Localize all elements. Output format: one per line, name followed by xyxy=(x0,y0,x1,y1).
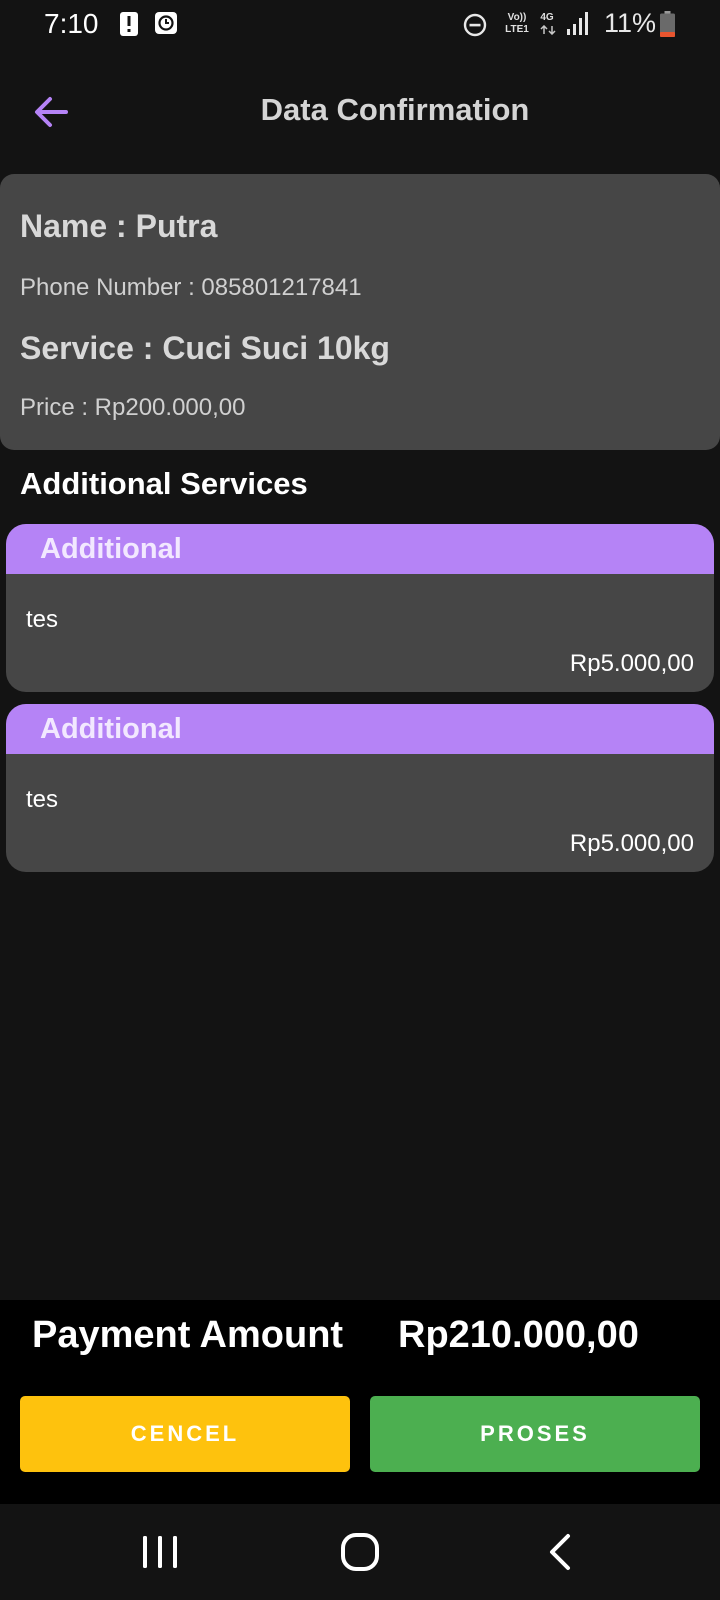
dnd-icon xyxy=(463,13,487,37)
battery-percent: 11% xyxy=(604,8,657,38)
lte-label: LTE1 xyxy=(505,24,529,35)
payment-amount-value: Rp210.000,00 xyxy=(398,1314,639,1356)
battery-icon xyxy=(660,11,675,37)
status-time: 7:10 xyxy=(44,8,99,39)
customer-info-card: Name : Putra Phone Number : 085801217841… xyxy=(0,174,720,450)
additional-service-card: Additional tes Rp5.000,00 xyxy=(6,524,714,692)
additional-service-card: Additional tes Rp5.000,00 xyxy=(6,704,714,872)
recent-apps-icon xyxy=(143,1536,177,1568)
network-label: 4G xyxy=(540,12,554,23)
customer-phone: Phone Number : 085801217841 xyxy=(20,274,362,301)
additional-service-price: Rp5.000,00 xyxy=(569,650,694,677)
home-icon xyxy=(341,1533,379,1571)
alert-icon xyxy=(120,12,138,36)
additional-card-header-label: Additional xyxy=(40,713,182,745)
app-bar: Data Confirmation xyxy=(0,70,720,154)
system-nav-bar xyxy=(0,1504,720,1600)
additional-service-name: tes xyxy=(26,786,59,813)
additional-card-header: Additional xyxy=(6,704,714,754)
customer-name: Name : Putra xyxy=(20,208,218,244)
service-price: Price : Rp200.000,00 xyxy=(20,394,246,421)
clock-icon xyxy=(155,12,177,34)
home-button[interactable] xyxy=(330,1526,390,1578)
recent-apps-button[interactable] xyxy=(130,1526,190,1578)
proses-button[interactable]: PROSES xyxy=(370,1396,700,1472)
additional-card-header: Additional xyxy=(6,524,714,574)
additional-services-title: Additional Services xyxy=(20,466,308,501)
payment-panel: Payment Amount Rp210.000,00 CENCEL PROSE… xyxy=(0,1300,720,1504)
additional-card-header-label: Additional xyxy=(40,533,182,565)
signal-icon xyxy=(567,12,588,35)
additional-service-price: Rp5.000,00 xyxy=(569,830,694,857)
back-nav-button[interactable] xyxy=(530,1526,590,1578)
status-bar: 7:10 Vo)) LTE1 4G 11% xyxy=(0,0,720,50)
data-arrows-icon xyxy=(540,25,556,35)
page-title: Data Confirmation xyxy=(260,92,530,127)
back-nav-icon xyxy=(550,1534,570,1570)
service-name: Service : Cuci Suci 10kg xyxy=(20,330,390,366)
additional-service-name: tes xyxy=(26,606,59,633)
payment-amount-label: Payment Amount xyxy=(32,1314,344,1356)
volte-label: Vo)) xyxy=(507,12,527,23)
cancel-button[interactable]: CENCEL xyxy=(20,1396,350,1472)
